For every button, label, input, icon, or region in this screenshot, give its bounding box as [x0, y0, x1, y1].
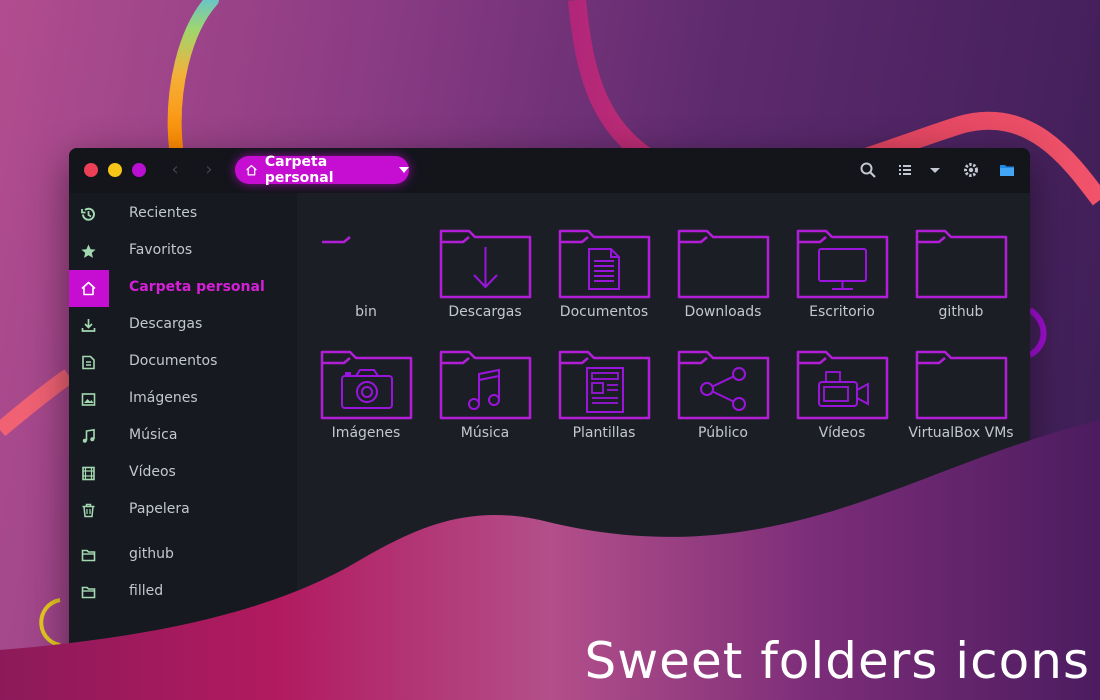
folder-label: Vídeos: [818, 425, 866, 441]
film-icon: [80, 465, 97, 482]
folder-video-camera-icon: [796, 350, 889, 420]
folder-label: VirtualBox VMs: [908, 425, 1014, 441]
sidebar-item-descargas[interactable]: Descargas: [69, 307, 297, 344]
sidebar-item-carpeta-personal[interactable]: Carpeta personal: [69, 270, 297, 307]
folder-virtualbox-vms[interactable]: VirtualBox VMs: [906, 350, 1016, 470]
folder-music-icon: [439, 350, 532, 420]
file-manager-window: ‹ › Carpeta personal Recientes Favoritos…: [69, 148, 1030, 700]
path-bar-label: Carpeta personal: [264, 154, 334, 186]
home-icon: [246, 164, 257, 176]
music-icon: [80, 428, 97, 445]
folder-icon: [322, 236, 351, 244]
sidebar-item-documentos[interactable]: Documentos: [69, 344, 297, 381]
folder-downloads[interactable]: Downloads: [668, 229, 778, 349]
folder-videos[interactable]: Vídeos: [787, 350, 897, 470]
clock-icon: [80, 206, 97, 223]
sidebar-item-imagenes[interactable]: Imágenes: [69, 381, 297, 418]
download-icon: [80, 317, 97, 334]
folder-icon: [80, 547, 97, 564]
gear-icon[interactable]: [962, 161, 980, 179]
folder-app-icon[interactable]: [998, 161, 1016, 179]
folder-label: bin: [355, 304, 377, 320]
folder-view: bin Descargas Documentos Downloads Escri…: [297, 193, 1030, 700]
sidebar-item-label: Carpeta personal: [129, 279, 265, 295]
search-icon[interactable]: [859, 161, 877, 179]
sidebar-item-label: Música: [129, 427, 178, 443]
maximize-window-button[interactable]: [132, 163, 146, 177]
sidebar-item-videos[interactable]: Vídeos: [69, 455, 297, 492]
sidebar-item-filled[interactable]: filled: [69, 574, 297, 611]
caption-text: Sweet folders icons: [584, 632, 1090, 690]
sidebar-item-favoritos[interactable]: Favoritos: [69, 233, 297, 270]
image-icon: [80, 391, 97, 408]
sidebar-item-label: Descargas: [129, 316, 203, 332]
folder-camera-icon: [320, 350, 413, 420]
folder-icon: [915, 229, 1008, 299]
path-bar-button[interactable]: Carpeta personal: [235, 154, 409, 186]
folder-publico[interactable]: Público: [668, 350, 778, 470]
back-arrow-icon[interactable]: ‹: [165, 160, 185, 180]
sidebar-item-label: Favoritos: [129, 242, 193, 258]
folder-template-icon: [558, 350, 651, 420]
folder-documentos[interactable]: Documentos: [549, 229, 659, 349]
folder-descargas[interactable]: Descargas: [430, 229, 540, 349]
close-window-button[interactable]: [84, 163, 98, 177]
sidebar-item-label: Papelera: [129, 501, 190, 517]
folder-label: Música: [460, 425, 510, 441]
folder-monitor-icon: [796, 229, 889, 299]
sidebar-item-papelera[interactable]: Papelera: [69, 492, 297, 529]
folder-label: Descargas: [448, 304, 522, 320]
chevron-down-icon: [399, 167, 409, 173]
folder-label: Documentos: [559, 304, 649, 320]
folder-musica[interactable]: Música: [430, 350, 540, 470]
document-icon: [80, 354, 97, 371]
sidebar-item-label: Vídeos: [129, 464, 176, 480]
folder-icon: [80, 584, 97, 601]
folder-share-icon: [677, 350, 770, 420]
folder-icon: [677, 229, 770, 299]
list-view-icon[interactable]: [896, 161, 914, 179]
sidebar-item-label: github: [129, 546, 174, 562]
sidebar-item-label: filled: [129, 583, 164, 599]
folder-label: Plantillas: [572, 425, 636, 441]
sidebar-item-musica[interactable]: Música: [69, 418, 297, 455]
folder-label: Escritorio: [809, 304, 875, 320]
sidebar-item-label: Imágenes: [129, 390, 198, 406]
folder-label: Imágenes: [331, 425, 401, 441]
sidebar-item-label: Documentos: [129, 353, 218, 369]
sidebar-item-label: Recientes: [129, 205, 198, 221]
trash-icon: [80, 502, 97, 519]
view-options-chevron-icon[interactable]: [926, 161, 944, 179]
folder-bin[interactable]: bin: [311, 229, 421, 349]
header-bar: ‹ › Carpeta personal: [69, 148, 1030, 193]
folder-github[interactable]: github: [906, 229, 1016, 349]
folder-icon: [915, 350, 1008, 420]
sidebar-item-github[interactable]: github: [69, 537, 297, 574]
folder-download-icon: [439, 229, 532, 299]
folder-escritorio[interactable]: Escritorio: [787, 229, 897, 349]
forward-arrow-icon[interactable]: ›: [199, 160, 219, 180]
folder-label: github: [938, 304, 984, 320]
folder-document-icon: [558, 229, 651, 299]
folder-plantillas[interactable]: Plantillas: [549, 350, 659, 470]
folder-label: Downloads: [684, 304, 762, 320]
folder-label: Público: [698, 425, 748, 441]
folder-imagenes[interactable]: Imágenes: [311, 350, 421, 470]
home-icon: [80, 280, 97, 297]
sidebar-item-recientes[interactable]: Recientes: [69, 196, 297, 233]
minimize-window-button[interactable]: [108, 163, 122, 177]
star-icon: [80, 243, 97, 260]
